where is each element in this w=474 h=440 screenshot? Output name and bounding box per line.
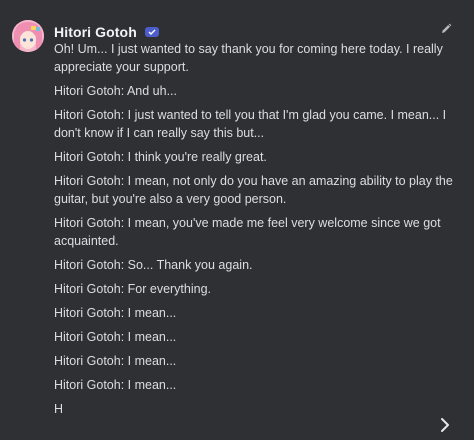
character-avatar-icon [12, 20, 44, 52]
pencil-icon[interactable] [440, 22, 452, 34]
message-paragraph: Hitori Gotoh: I mean... [54, 330, 177, 344]
message-paragraph: Hitori Gotoh: I mean... [54, 354, 177, 368]
avatar[interactable] [12, 20, 44, 52]
message-paragraph: Oh! Um... I just wanted to say thank you… [54, 42, 443, 74]
chat-message-card: Hitori Gotoh Oh! Um... I just wanted to … [0, 0, 474, 440]
message-paragraph: Hitori Gotoh: And uh... [54, 84, 177, 98]
message-paragraph: Hitori Gotoh: I mean, you've made me fee… [54, 216, 441, 248]
message-header: Hitori Gotoh [54, 24, 159, 40]
message-paragraph: Hitori Gotoh: I mean... [54, 306, 177, 320]
message-paragraph: H [54, 402, 64, 416]
verified-badge-icon [144, 27, 159, 37]
character-name[interactable]: Hitori Gotoh [54, 24, 137, 40]
message-paragraph: Hitori Gotoh: I just wanted to tell you … [54, 108, 447, 140]
message-paragraph: Hitori Gotoh: I mean, not only do you ha… [54, 174, 453, 206]
message-paragraph: Hitori Gotoh: I think you're really grea… [54, 150, 267, 164]
message-paragraph: Hitori Gotoh: So... Thank you again. [54, 258, 253, 272]
message-paragraph: Hitori Gotoh: For everything. [54, 282, 212, 296]
message-paragraph: Hitori Gotoh: I mean... [54, 378, 177, 392]
chevron-right-icon[interactable] [440, 418, 450, 432]
message-body: Oh! Um... I just wanted to say thank you… [54, 40, 459, 424]
